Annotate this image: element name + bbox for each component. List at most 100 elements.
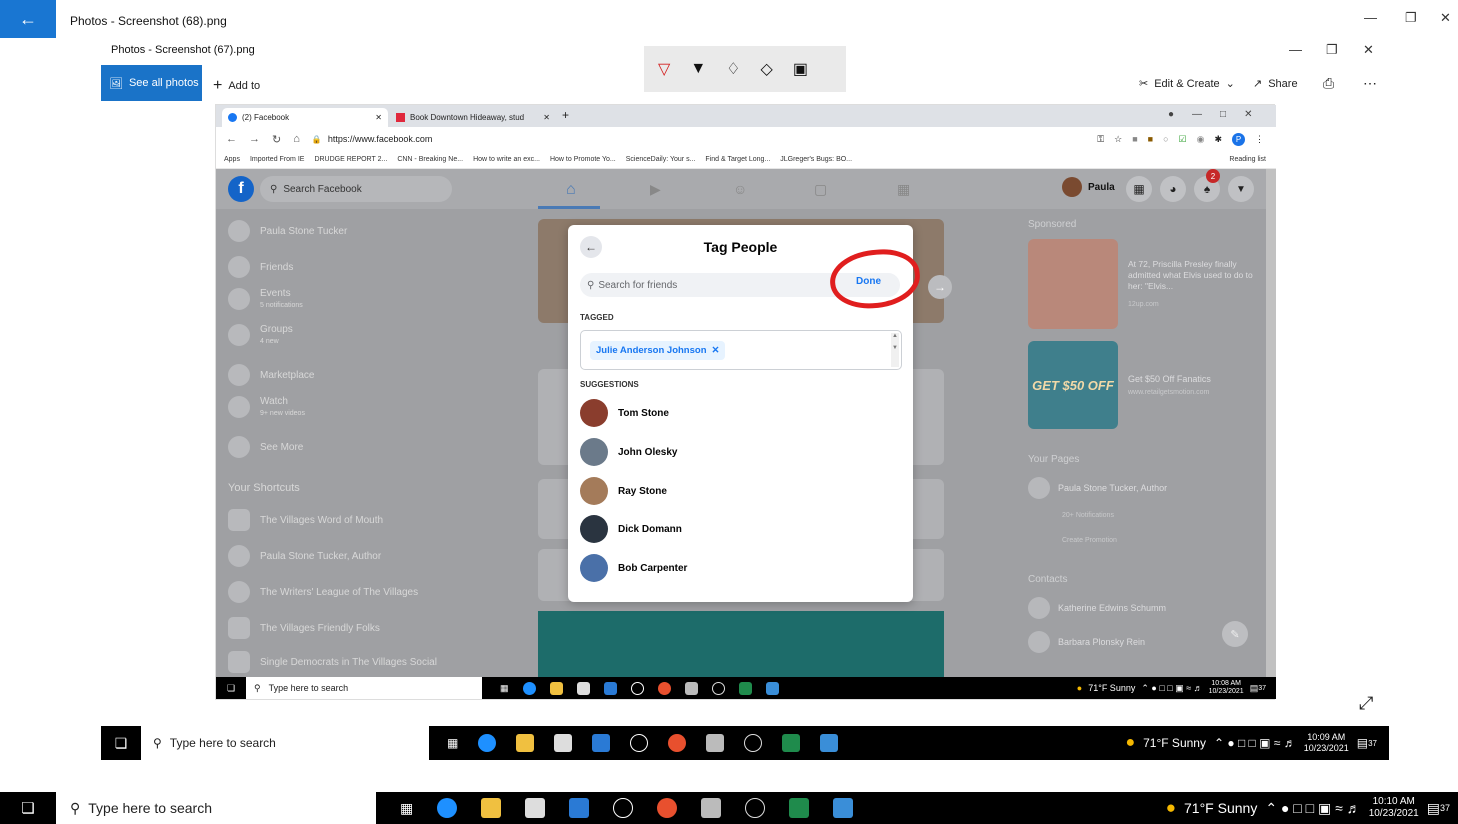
create-promotion-link[interactable]: Create Promotion [1062,537,1117,544]
photos-icon[interactable] [833,798,854,818]
remove-tag-icon[interactable]: ✕ [712,345,720,356]
forward-icon[interactable]: → [249,133,260,145]
bookmark-item[interactable]: ScienceDaily: Your s... [626,156,696,163]
minimize-icon[interactable]: — [1192,109,1202,120]
reading-list[interactable]: Reading list [1229,156,1276,163]
bookmark-item[interactable]: How to write an exc... [473,156,540,163]
expand-icon[interactable]: ⤢ [1359,693,1373,714]
close-icon[interactable]: ✕ [1244,109,1252,120]
back-icon[interactable]: ← [226,133,237,145]
browser-menu-icon[interactable]: ⋮ [1255,134,1264,145]
close-tab-icon[interactable]: ✕ [543,113,550,122]
add-to-button[interactable]: + Add to [213,77,260,95]
left-nav-groups[interactable]: Groups 4 new [228,324,293,346]
more-options-icon[interactable]: ⋯ [1363,75,1377,92]
pencil-icon[interactable]: ▼ [690,60,706,78]
account-dropdown-icon[interactable]: ▼ [1228,176,1254,202]
eraser-icon[interactable]: ◇ [761,59,773,79]
checkbox-extension-icon[interactable]: ☑ [1179,134,1187,145]
taskbar-search[interactable]: ⚲ Type here to search [56,792,376,824]
maximize-icon[interactable]: ❐ [1405,10,1417,26]
chrome-icon[interactable] [657,681,671,695]
tray-icons[interactable]: ⌃ ● □ □ ▣ ≈ ♬ [1141,683,1202,694]
page-notifications[interactable]: 20+ Notifications [1062,512,1114,519]
suggestion-item[interactable]: Bob Carpenter [580,552,687,584]
dell-icon[interactable] [630,734,649,752]
suggestion-item[interactable]: Dick Domann [580,513,682,545]
windows-start-icon[interactable]: ❏ [216,683,246,694]
see-all-photos-button[interactable]: 🖼 See all photos [101,65,202,101]
tray-icons[interactable]: ⌃ ● □ □ ▣ ≈ ♬ [1265,800,1360,817]
edge-icon[interactable] [522,681,536,695]
facebook-search-input[interactable]: ⚲ Search Facebook [260,176,452,202]
extension-icon[interactable]: ■ [1132,134,1137,144]
weather-text[interactable]: 71°F Sunny [1184,800,1257,816]
home-icon[interactable]: ⌂ [566,181,576,199]
dell-icon[interactable] [613,798,634,818]
scrollbar[interactable] [1266,169,1276,677]
edge-icon[interactable] [437,798,458,818]
contact-item[interactable]: Barbara Plonsky Rein [1028,631,1145,653]
mail-icon[interactable] [569,798,590,818]
mail-icon[interactable] [592,734,611,752]
bookmark-item[interactable]: CNN - Breaking Ne... [397,156,463,163]
save-copy-icon[interactable]: ▣ [793,59,808,79]
facebook-logo-icon[interactable]: f [228,176,254,202]
file-explorer-icon[interactable] [481,798,502,818]
task-view-icon[interactable]: ▦ [500,683,509,694]
puzzle-icon[interactable]: ✱ [1214,134,1222,145]
print-icon[interactable]: ⎙ [1323,75,1334,92]
taskbar-search[interactable]: ⚲ Type here to search [246,677,482,699]
left-nav-profile[interactable]: Paula Stone Tucker [228,220,347,242]
profile-dot-icon[interactable]: ● [1168,109,1174,120]
profile-avatar-icon[interactable]: P [1232,132,1245,146]
bookmark-item[interactable]: DRUDGE REPORT 2... [314,156,387,163]
bookmark-item[interactable]: JLGreger's Bugs: BO... [780,156,852,163]
shortcut-item[interactable]: Paula Stone Tucker, Author [228,545,381,567]
tab-facebook[interactable]: (2) Facebook ✕ [222,108,388,127]
task-view-icon[interactable]: ▦ [447,736,458,750]
weather-text[interactable]: 71°F Sunny [1088,683,1135,693]
excel-icon[interactable] [789,798,810,818]
ad-banner[interactable]: GET $50 OFF [1028,341,1118,429]
clock[interactable]: 10:10 AM 10/23/2021 [1369,796,1419,820]
bookmark-item[interactable]: Find & Target Long... [705,156,770,163]
left-nav-friends[interactable]: Friends [228,256,293,278]
reload-icon[interactable]: ↻ [272,133,281,146]
edge-icon[interactable] [478,734,497,752]
new-tab-icon[interactable]: + [562,108,569,122]
left-nav-see-more[interactable]: See More [228,436,303,458]
excel-icon[interactable] [782,734,801,752]
shortcut-item[interactable]: The Writers' League of The Villages [228,581,418,603]
minimize-icon[interactable]: — [1289,42,1302,57]
suggestion-item[interactable]: John Olesky [580,436,677,468]
calculator-icon[interactable] [701,798,722,818]
ballpoint-pen-icon[interactable]: ▽ [658,59,670,79]
left-nav-events[interactable]: Events 5 notifications [228,288,303,310]
close-icon[interactable]: ✕ [1363,42,1374,58]
maximize-icon[interactable]: ❐ [1326,42,1338,58]
marketplace-icon[interactable]: ▢ [814,181,827,198]
store-icon[interactable] [525,798,546,818]
chrome-icon[interactable] [657,798,678,818]
chrome-icon[interactable] [668,734,687,752]
windows-start-icon[interactable]: ❏ [0,799,56,817]
left-nav-watch[interactable]: Watch 9+ new videos [228,396,305,418]
home-icon[interactable]: ⌂ [293,133,300,145]
store-icon[interactable] [554,734,573,752]
new-message-icon[interactable]: ✎ [1222,621,1248,647]
url-field[interactable]: https://www.facebook.com [328,134,433,144]
maximize-icon[interactable]: □ [1220,109,1226,120]
tagged-person-chip[interactable]: Julie Anderson Johnson ✕ [590,341,726,360]
photos-icon[interactable] [765,681,779,695]
bookmark-item[interactable]: How to Promote Yo... [550,156,616,163]
taskbar-search[interactable]: ⚲ Type here to search [141,726,429,760]
chevron-right-icon[interactable]: → [928,275,952,299]
clock[interactable]: 10:09 AM 10/23/2021 [1304,732,1349,754]
suggestion-item[interactable]: Ray Stone [580,475,667,507]
photos-icon[interactable] [820,734,839,752]
minimize-icon[interactable]: — [1364,10,1377,25]
contact-item[interactable]: Katherine Edwins Schumm [1028,597,1166,619]
bookmark-apps[interactable]: Apps [224,156,240,163]
clock[interactable]: 10:08 AM 10/23/2021 [1209,680,1244,695]
